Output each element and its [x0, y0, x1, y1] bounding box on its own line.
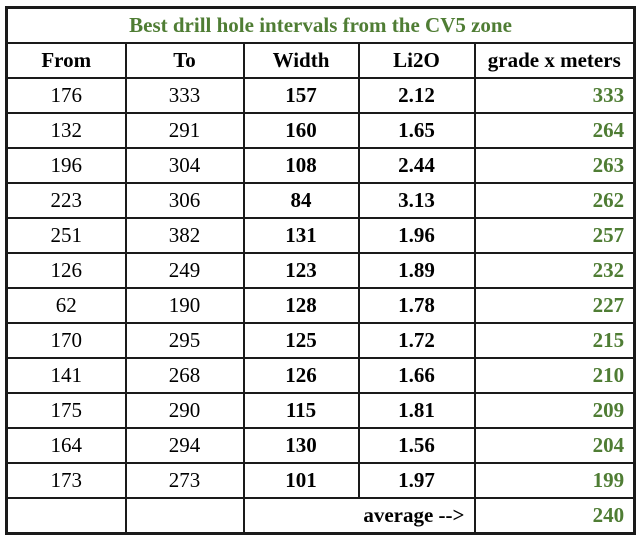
table-row: 170 295 125 1.72 215: [5, 322, 637, 359]
table-title: Best drill hole intervals from the CV5 z…: [4, 6, 637, 44]
cell-grade: 333: [473, 77, 637, 114]
cell-to: 304: [124, 147, 245, 184]
cell-grade: 257: [473, 217, 637, 254]
cell-li2o: 1.66: [357, 357, 476, 394]
cell-li2o: 3.13: [357, 182, 476, 219]
table-body: Best drill hole intervals from the CV5 z…: [4, 6, 637, 535]
cell-grade: 204: [473, 427, 637, 464]
cell-to: 273: [124, 462, 245, 499]
cell-grade: 209: [473, 392, 637, 429]
cell-to: 306: [124, 182, 245, 219]
cell-li2o: 1.89: [357, 252, 476, 289]
cell-grade: 227: [473, 287, 637, 324]
table-row: 62 190 128 1.78 227: [5, 287, 637, 324]
cell-from: 126: [5, 252, 127, 289]
cell-from: 251: [5, 217, 127, 254]
cell-from: 170: [5, 322, 127, 359]
cell-to: 295: [124, 322, 245, 359]
column-header-li2o[interactable]: Li2O: [357, 42, 476, 79]
cell-li2o: 1.81: [357, 392, 476, 429]
cell-width: 115: [242, 392, 360, 429]
cell-width: 101: [242, 462, 360, 499]
column-header-from[interactable]: From: [5, 42, 127, 79]
cell-width: 126: [242, 357, 360, 394]
table-row: 196 304 108 2.44 263: [5, 147, 637, 184]
table-row: 176 333 157 2.12 333: [5, 77, 637, 114]
cell-from: 132: [5, 112, 127, 149]
cell-li2o: 1.72: [357, 322, 476, 359]
cell-width: 128: [242, 287, 360, 324]
cell-to: 291: [124, 112, 245, 149]
summary-cell-grade-average: 240: [473, 497, 637, 535]
cell-grade: 210: [473, 357, 637, 394]
cell-to: 249: [124, 252, 245, 289]
cell-grade: 232: [473, 252, 637, 289]
cell-to: 382: [124, 217, 245, 254]
table-row: 175 290 115 1.81 209: [5, 392, 637, 429]
column-header-grade-x-meters[interactable]: grade x meters: [473, 42, 637, 79]
cell-width: 160: [242, 112, 360, 149]
cell-grade: 215: [473, 322, 637, 359]
table-row: 126 249 123 1.89 232: [5, 252, 637, 289]
table-title-row: Best drill hole intervals from the CV5 z…: [4, 6, 637, 44]
table-header-row: From To Width Li2O grade x meters: [5, 42, 637, 79]
cell-width: 157: [242, 77, 360, 114]
table-summary-row: average --> 240: [5, 497, 637, 535]
cell-from: 223: [5, 182, 127, 219]
cell-li2o: 1.96: [357, 217, 476, 254]
cell-li2o: 2.12: [357, 77, 476, 114]
spreadsheet-table-area: Best drill hole intervals from the CV5 z…: [4, 6, 637, 535]
cell-from: 173: [5, 462, 127, 499]
cell-to: 190: [124, 287, 245, 324]
cell-grade: 263: [473, 147, 637, 184]
cell-grade: 264: [473, 112, 637, 149]
summary-cell-from: [5, 497, 127, 535]
cell-from: 141: [5, 357, 127, 394]
average-label: average -->: [242, 497, 476, 535]
cell-width: 130: [242, 427, 360, 464]
cell-grade: 199: [473, 462, 637, 499]
table-row: 173 273 101 1.97 199: [5, 462, 637, 499]
cell-grade: 262: [473, 182, 637, 219]
cell-li2o: 1.65: [357, 112, 476, 149]
column-header-width[interactable]: Width: [242, 42, 360, 79]
cell-li2o: 1.56: [357, 427, 476, 464]
table-row: 251 382 131 1.96 257: [5, 217, 637, 254]
table-row: 141 268 126 1.66 210: [5, 357, 637, 394]
cell-li2o: 1.97: [357, 462, 476, 499]
cell-width: 84: [242, 182, 360, 219]
cell-from: 196: [5, 147, 127, 184]
table-row: 132 291 160 1.65 264: [5, 112, 637, 149]
cell-from: 62: [5, 287, 127, 324]
cell-from: 175: [5, 392, 127, 429]
cell-to: 333: [124, 77, 245, 114]
cell-to: 294: [124, 427, 245, 464]
cell-li2o: 2.44: [357, 147, 476, 184]
cell-li2o: 1.78: [357, 287, 476, 324]
cell-from: 164: [5, 427, 127, 464]
cell-width: 131: [242, 217, 360, 254]
cell-width: 123: [242, 252, 360, 289]
table-row: 164 294 130 1.56 204: [5, 427, 637, 464]
cell-from: 176: [5, 77, 127, 114]
drill-hole-intervals-table: Best drill hole intervals from the CV5 z…: [4, 6, 637, 535]
column-header-to[interactable]: To: [124, 42, 245, 79]
summary-cell-to: [124, 497, 245, 535]
cell-to: 268: [124, 357, 245, 394]
cell-width: 108: [242, 147, 360, 184]
table-row: 223 306 84 3.13 262: [5, 182, 637, 219]
cell-to: 290: [124, 392, 245, 429]
cell-width: 125: [242, 322, 360, 359]
